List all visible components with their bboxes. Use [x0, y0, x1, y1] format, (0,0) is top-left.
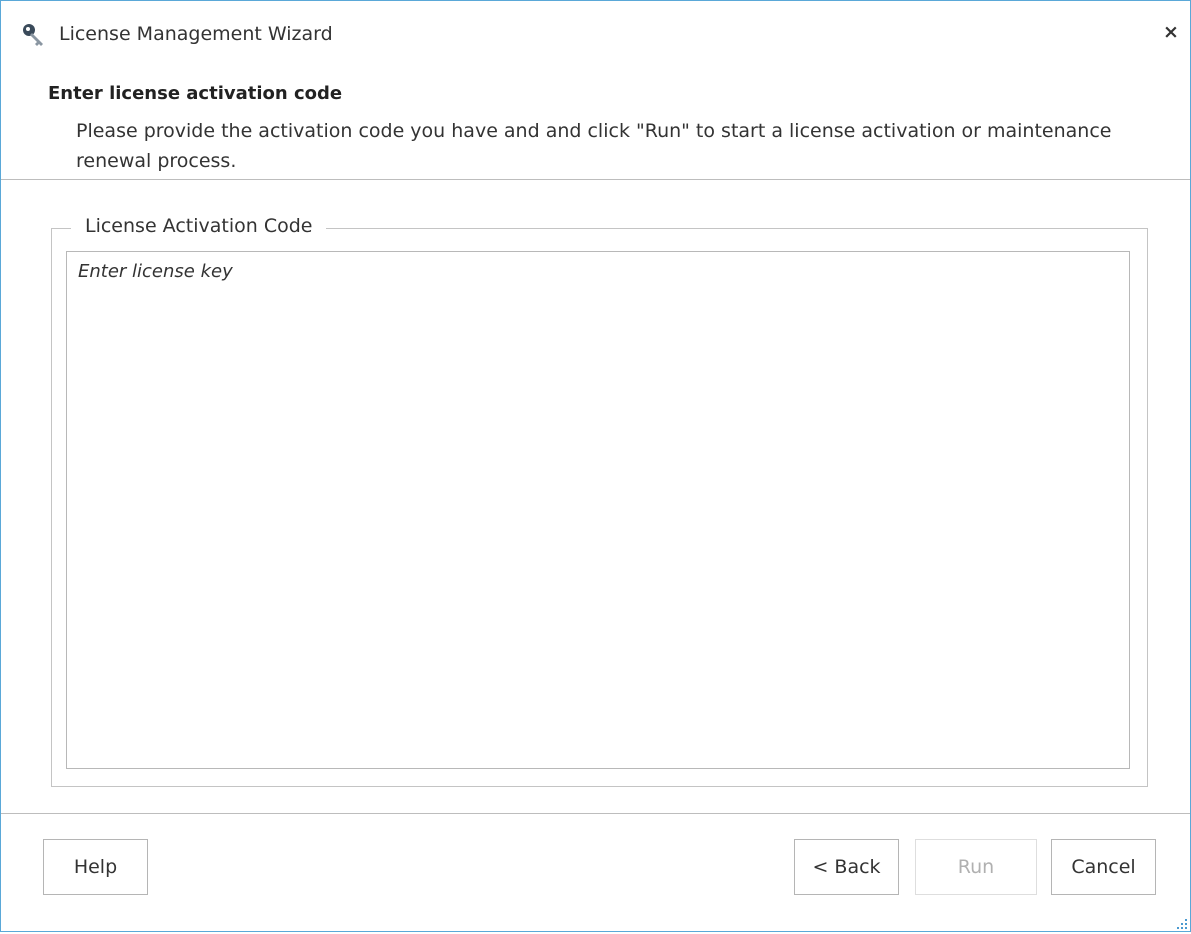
cancel-button[interactable]: Cancel	[1051, 839, 1156, 895]
groupbox-label: License Activation Code	[71, 215, 327, 237]
step-description: Please provide the activation code you h…	[76, 120, 1112, 172]
help-button[interactable]: Help	[43, 839, 148, 895]
title-bar[interactable]: License Management Wizard ×	[1, 1, 1190, 67]
window-title: License Management Wizard	[59, 23, 333, 45]
run-button[interactable]: Run	[915, 839, 1037, 895]
step-title: Enter license activation code	[48, 83, 343, 104]
back-button[interactable]: < Back	[794, 839, 899, 895]
resize-grip-icon[interactable]	[1174, 915, 1188, 929]
close-button[interactable]: ×	[1160, 19, 1182, 45]
header-divider	[1, 179, 1190, 180]
footer-divider	[1, 813, 1190, 814]
license-key-input[interactable]	[66, 251, 1130, 769]
wizard-header: Enter license activation code Please pro…	[1, 67, 1190, 179]
key-icon	[21, 22, 47, 48]
license-wizard-dialog: License Management Wizard × Enter licens…	[0, 0, 1191, 932]
